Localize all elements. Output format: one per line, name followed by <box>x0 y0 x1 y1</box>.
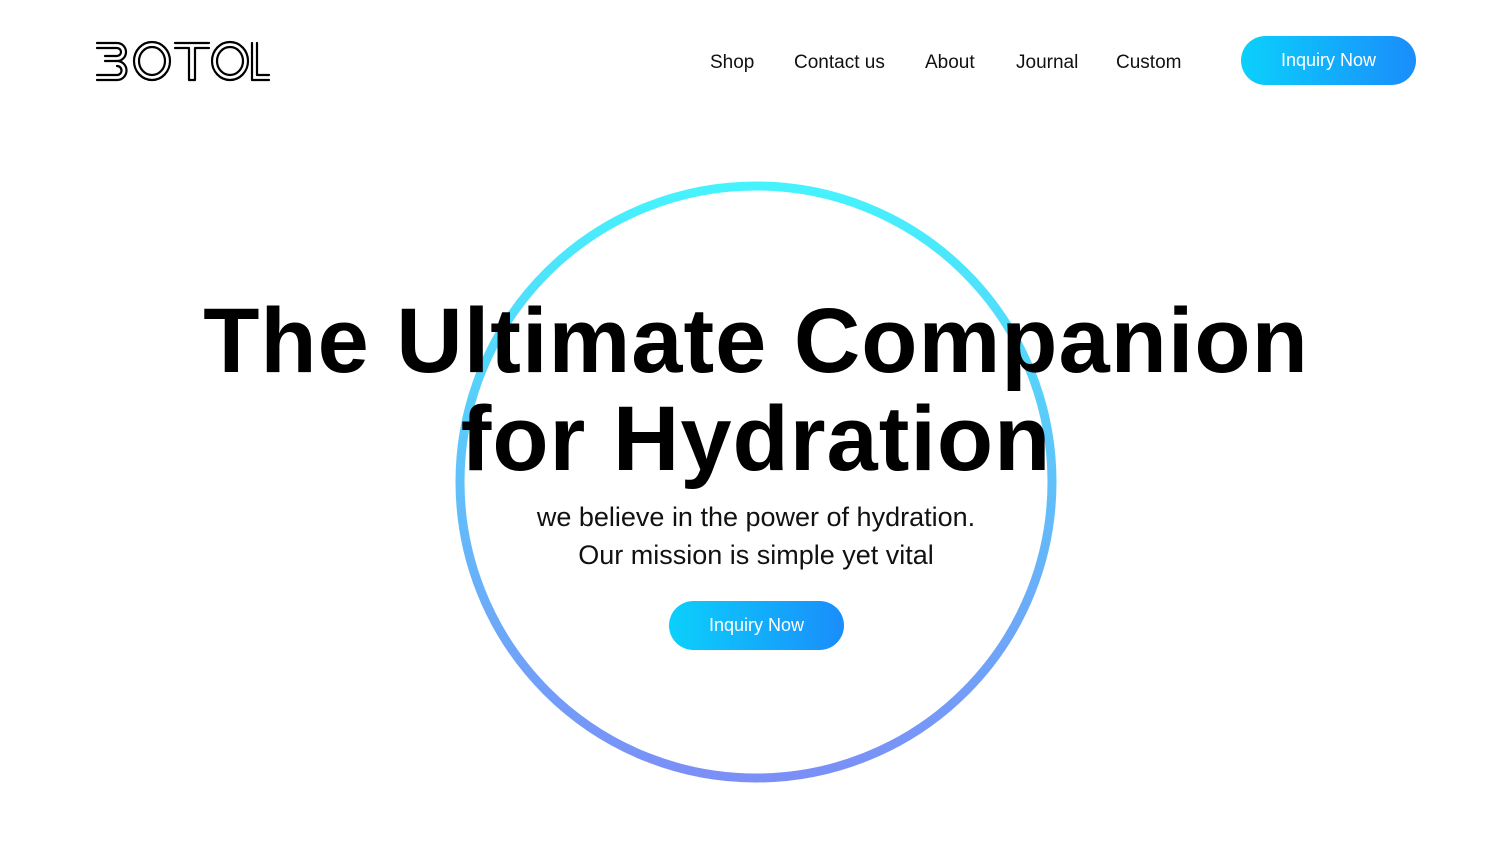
hero-title-line-1: The Ultimate Companion <box>203 290 1309 392</box>
nav-item-journal[interactable]: Journal <box>1016 50 1078 76</box>
hero-title: The Ultimate Companion for Hydration <box>0 292 1512 488</box>
nav-item-contact-us[interactable]: Contact us <box>794 50 885 76</box>
hero-subtitle-line-1: we believe in the power of hydration. <box>536 502 976 532</box>
landing-page: Shop Contact us About Journal Custom Inq… <box>0 0 1512 860</box>
nav-item-about[interactable]: About <box>925 50 975 76</box>
nav-item-custom[interactable]: Custom <box>1116 50 1181 76</box>
nav-item-shop[interactable]: Shop <box>710 50 754 76</box>
botol-logo[interactable] <box>95 40 271 82</box>
header-inquiry-button[interactable]: Inquiry Now <box>1241 36 1416 85</box>
hero-subtitle: we believe in the power of hydration. Ou… <box>0 498 1512 574</box>
hero-title-line-2: for Hydration <box>460 388 1052 490</box>
hero-inquiry-button[interactable]: Inquiry Now <box>669 601 844 650</box>
hero-subtitle-line-2: Our mission is simple yet vital <box>578 540 934 570</box>
